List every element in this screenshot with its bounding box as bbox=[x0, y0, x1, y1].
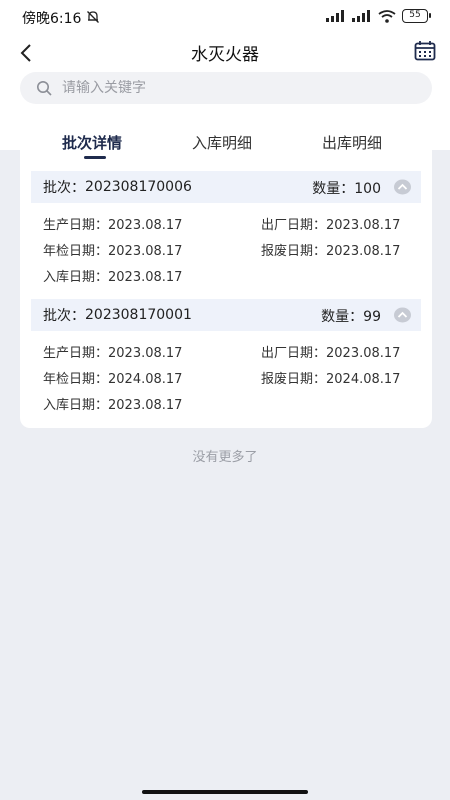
storage-date-row: 入库日期：2023.08.17 bbox=[43, 266, 182, 285]
inspection-date-value: 2023.08.17 bbox=[108, 244, 183, 259]
batch-number: 202308170006 bbox=[85, 179, 192, 195]
bell-off-icon bbox=[87, 11, 99, 23]
factory-date-row: 出厂日期：2023.08.17 bbox=[261, 342, 400, 361]
factory-date-row: 出厂日期：2023.08.17 bbox=[261, 214, 400, 233]
chevron-up-icon[interactable] bbox=[394, 307, 411, 323]
tab-inbound-details[interactable]: 入库明细 bbox=[192, 132, 252, 153]
status-time: 傍晚6:16 bbox=[22, 11, 82, 27]
production-date-value: 2023.08.17 bbox=[108, 218, 183, 233]
batch-quantity: 数量：99 bbox=[321, 306, 381, 326]
production-date-row: 生产日期：2023.08.17 bbox=[43, 214, 182, 233]
scrap-date-label: 报废日期： bbox=[261, 372, 327, 387]
inspection-date-value: 2024.08.17 bbox=[108, 372, 183, 387]
factory-date-value: 2023.08.17 bbox=[326, 218, 401, 233]
quantity-label: 数量： bbox=[312, 181, 355, 197]
status-bar: 傍晚6:16 55 bbox=[0, 0, 450, 34]
search-icon bbox=[37, 81, 52, 96]
production-date-label: 生产日期： bbox=[43, 218, 109, 233]
storage-date-label: 入库日期： bbox=[43, 398, 109, 413]
production-date-label: 生产日期： bbox=[43, 346, 109, 361]
tab-bar: 批次详情 入库明细 出库明细 bbox=[20, 122, 432, 168]
scrap-date-row: 报废日期：2024.08.17 bbox=[261, 368, 400, 387]
inspection-date-row: 年检日期：2024.08.17 bbox=[43, 368, 182, 387]
batch-item: 批次： 202308170006 数量：100 生产日期：2023.08.17 … bbox=[31, 171, 421, 307]
scrap-date-value: 2023.08.17 bbox=[326, 244, 401, 259]
production-date-value: 2023.08.17 bbox=[108, 346, 183, 361]
batch-header[interactable]: 批次： 202308170001 数量：99 bbox=[31, 299, 421, 331]
chevron-up-icon[interactable] bbox=[394, 179, 411, 195]
storage-date-label: 入库日期： bbox=[43, 270, 109, 285]
quantity-label: 数量： bbox=[321, 309, 364, 325]
batch-card: 批次详情 入库明细 出库明细 批次： 202308170006 数量：100 生… bbox=[20, 122, 432, 428]
storage-date-value: 2023.08.17 bbox=[108, 398, 183, 413]
wifi-icon bbox=[378, 9, 396, 23]
search-input[interactable] bbox=[62, 80, 382, 96]
storage-date-value: 2023.08.17 bbox=[108, 270, 183, 285]
batch-header[interactable]: 批次： 202308170006 数量：100 bbox=[31, 171, 421, 203]
batch-details: 生产日期：2023.08.17 出厂日期：2023.08.17 年检日期：202… bbox=[31, 203, 421, 307]
active-tab-indicator bbox=[84, 156, 106, 159]
batch-label: 批次： bbox=[43, 308, 85, 324]
tab-outbound-details[interactable]: 出库明细 bbox=[322, 132, 382, 153]
signal-hd-icon bbox=[352, 10, 370, 22]
home-indicator[interactable] bbox=[142, 790, 308, 794]
factory-date-label: 出厂日期： bbox=[261, 346, 327, 361]
tab-batch-details[interactable]: 批次详情 bbox=[62, 132, 122, 153]
quantity-value: 99 bbox=[363, 309, 381, 325]
inspection-date-label: 年检日期： bbox=[43, 372, 109, 387]
calendar-icon[interactable] bbox=[414, 40, 436, 62]
batch-label: 批次： bbox=[43, 180, 85, 196]
page-title: 水灭火器 bbox=[191, 45, 259, 65]
batch-details: 生产日期：2023.08.17 出厂日期：2023.08.17 年检日期：202… bbox=[31, 331, 421, 435]
factory-date-label: 出厂日期： bbox=[261, 218, 327, 233]
batch-quantity: 数量：100 bbox=[312, 178, 381, 198]
search-bar[interactable] bbox=[20, 72, 432, 104]
quantity-value: 100 bbox=[354, 181, 381, 197]
storage-date-row: 入库日期：2023.08.17 bbox=[43, 394, 182, 413]
signal-icon bbox=[326, 10, 344, 22]
scrap-date-value: 2024.08.17 bbox=[326, 372, 401, 387]
production-date-row: 生产日期：2023.08.17 bbox=[43, 342, 182, 361]
scrap-date-label: 报废日期： bbox=[261, 244, 327, 259]
factory-date-value: 2023.08.17 bbox=[326, 346, 401, 361]
batch-number: 202308170001 bbox=[85, 307, 192, 323]
status-indicators: 55 bbox=[326, 9, 431, 23]
battery-icon: 55 bbox=[402, 9, 431, 23]
batch-item: 批次： 202308170001 数量：99 生产日期：2023.08.17 出… bbox=[31, 299, 421, 435]
no-more-text: 没有更多了 bbox=[192, 450, 258, 465]
inspection-date-label: 年检日期： bbox=[43, 244, 109, 259]
inspection-date-row: 年检日期：2023.08.17 bbox=[43, 240, 182, 259]
scrap-date-row: 报废日期：2023.08.17 bbox=[261, 240, 400, 259]
